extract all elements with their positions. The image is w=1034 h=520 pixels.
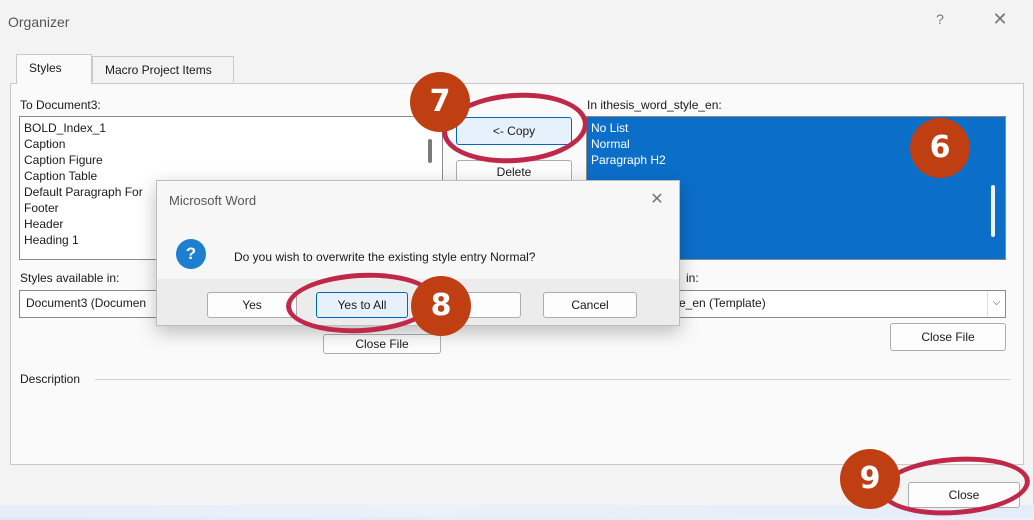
description-label: Description (20, 372, 81, 386)
annotation-badge-7: 7 (410, 72, 470, 132)
styles-available-label-right: in: (686, 271, 699, 285)
list-item[interactable]: BOLD_Index_1 (20, 120, 442, 136)
message-text: Do you wish to overwrite the existing st… (234, 250, 536, 264)
window-title: Organizer (8, 14, 70, 30)
right-list-scrollbar[interactable] (991, 185, 995, 237)
in-document-label: In ithesis_word_style_en: (587, 98, 722, 112)
tab-styles-label: Styles (29, 61, 62, 75)
close-file-button-right[interactable]: Close File (890, 323, 1006, 351)
annotation-badge-9: 9 (840, 449, 900, 509)
tab-macro-label: Macro Project Items (105, 63, 212, 77)
tab-styles[interactable]: Styles (16, 54, 92, 84)
yes-button[interactable]: Yes (207, 292, 297, 318)
close-icon[interactable]: ✕ (988, 9, 1012, 33)
styles-available-combo-right[interactable]: tyle_en (Template) ⌵ (660, 290, 1006, 318)
to-document-label: To Document3: (20, 98, 101, 112)
close-file-button-left[interactable]: Close File (323, 334, 441, 354)
styles-available-label-left: Styles available in: (20, 271, 120, 285)
left-list-scrollbar[interactable] (428, 139, 432, 163)
styles-available-value-right: tyle_en (Template) (667, 296, 766, 310)
close-icon[interactable]: ✕ (647, 189, 667, 209)
tab-macro-project-items[interactable]: Macro Project Items (92, 56, 234, 82)
annotation-badge-6: 6 (910, 118, 970, 178)
cancel-button[interactable]: Cancel (543, 292, 637, 318)
list-item[interactable]: Caption (20, 136, 442, 152)
description-divider (95, 379, 1010, 380)
help-button[interactable]: ? (930, 11, 950, 31)
list-item[interactable]: Caption Figure (20, 152, 442, 168)
annotation-badge-8: 8 (411, 276, 471, 336)
chevron-down-icon[interactable]: ⌵ (987, 291, 1005, 317)
question-icon: ? (176, 239, 206, 269)
styles-available-combo-left[interactable]: Document3 (Documen (19, 290, 159, 318)
message-box-title: Microsoft Word (169, 193, 257, 208)
